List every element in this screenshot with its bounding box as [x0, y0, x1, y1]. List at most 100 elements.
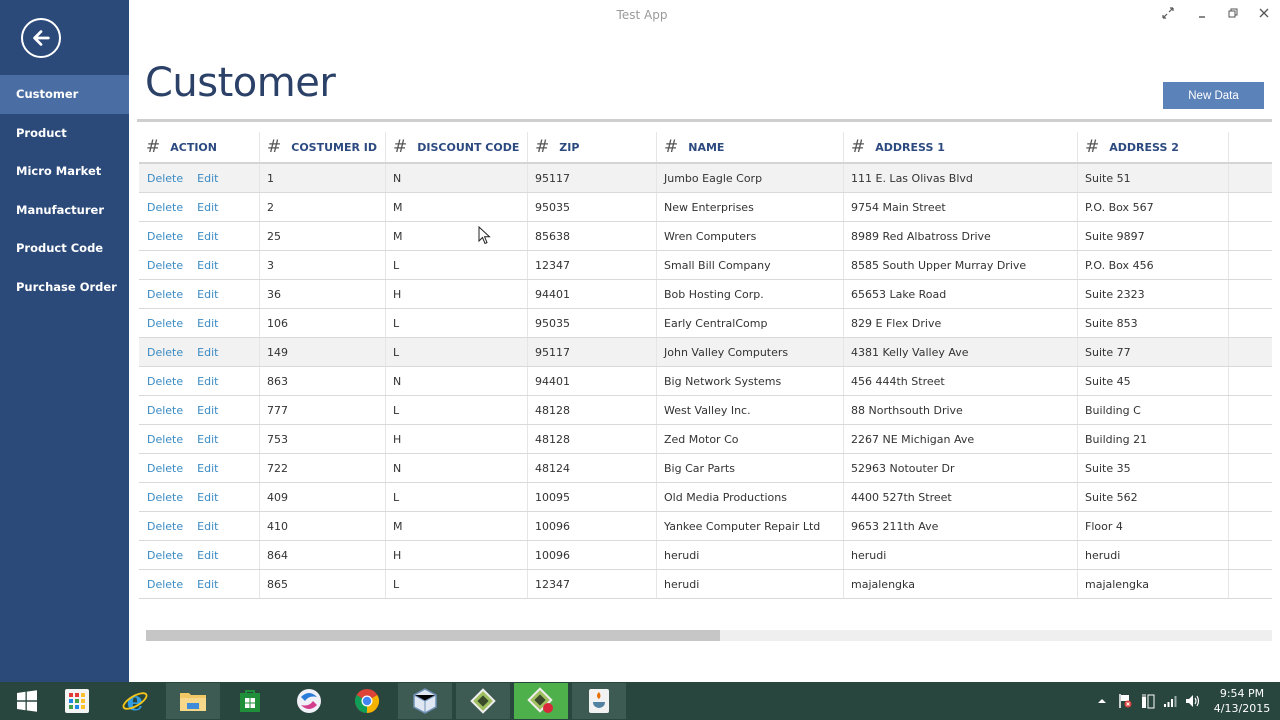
new-data-button[interactable]: New Data	[1163, 82, 1264, 109]
delete-link[interactable]: Delete	[147, 172, 183, 185]
cell-address-1: 111 E. Las Olivas Blvd	[844, 164, 1078, 192]
cell-filler	[1229, 193, 1272, 221]
sidebar-item-customer[interactable]: Customer	[0, 75, 129, 114]
close-button[interactable]	[1255, 6, 1273, 24]
delete-link[interactable]: Delete	[147, 549, 183, 562]
cell-name: herudi	[657, 541, 844, 569]
cell-filler	[1229, 338, 1272, 366]
cell-costumer-id: 3	[260, 251, 386, 279]
store-button[interactable]	[223, 683, 277, 719]
back-button[interactable]	[21, 18, 61, 58]
start-button[interactable]	[0, 683, 54, 719]
hash-icon: #	[1085, 137, 1100, 157]
delete-link[interactable]: Delete	[147, 288, 183, 301]
delete-link[interactable]: Delete	[147, 201, 183, 214]
fullscreen-button[interactable]	[1159, 6, 1177, 24]
cell-filler	[1229, 164, 1272, 192]
cell-filler	[1229, 396, 1272, 424]
cell-discount-code: M	[386, 512, 528, 540]
cell-address-2: Floor 4	[1078, 512, 1229, 540]
action-center-button[interactable]	[1118, 682, 1132, 720]
restore-button[interactable]	[1224, 6, 1242, 24]
delete-link[interactable]: Delete	[147, 433, 183, 446]
cell-address-2: Building 21	[1078, 425, 1229, 453]
network-button[interactable]	[1163, 682, 1177, 720]
delete-link[interactable]: Delete	[147, 259, 183, 272]
delete-link[interactable]: Delete	[147, 317, 183, 330]
apps-button[interactable]	[50, 683, 104, 719]
delete-link[interactable]: Delete	[147, 578, 183, 591]
virtualbox-button[interactable]	[398, 683, 452, 719]
column-header-address-1[interactable]: # ADDRESS 1	[844, 132, 1078, 162]
delete-link[interactable]: Delete	[147, 375, 183, 388]
sidebar-item-product[interactable]: Product	[0, 114, 129, 153]
table-row: Delete Edit 36 H 94401 Bob Hosting Corp. 65653…	[139, 280, 1272, 309]
column-header-name[interactable]: # NAME	[657, 132, 844, 162]
edit-link[interactable]: Edit	[197, 375, 218, 388]
sidebar-item-product-code[interactable]: Product Code	[0, 229, 129, 268]
netbeans-button[interactable]	[456, 683, 510, 719]
edit-link[interactable]: Edit	[197, 172, 218, 185]
edit-link[interactable]: Edit	[197, 462, 218, 475]
edit-link[interactable]: Edit	[197, 346, 218, 359]
volume-button[interactable]	[1185, 682, 1201, 720]
internet-explorer-button[interactable]: e	[108, 683, 162, 719]
column-header-zip[interactable]: # ZIP	[528, 132, 657, 162]
browser-swirl-button[interactable]	[282, 683, 336, 719]
edit-link[interactable]: Edit	[197, 259, 218, 272]
sidebar-item-manufacturer[interactable]: Manufacturer	[0, 191, 129, 230]
cell-filler	[1229, 280, 1272, 308]
edit-link[interactable]: Edit	[197, 520, 218, 533]
cell-name: Small Bill Company	[657, 251, 844, 279]
cell-discount-code: L	[386, 483, 528, 511]
cell-name: Old Media Productions	[657, 483, 844, 511]
netbeans-running-button[interactable]	[514, 683, 568, 719]
column-header-costumer-id[interactable]: # COSTUMER ID	[260, 132, 386, 162]
horizontal-scrollbar[interactable]	[146, 630, 1272, 641]
chrome-button[interactable]	[340, 683, 394, 719]
file-explorer-button[interactable]	[166, 683, 220, 719]
column-header-discount-code[interactable]: # DISCOUNT CODE	[386, 132, 528, 162]
delete-link[interactable]: Delete	[147, 346, 183, 359]
edit-link[interactable]: Edit	[197, 404, 218, 417]
cell-discount-code: L	[386, 309, 528, 337]
minimize-button[interactable]	[1193, 6, 1211, 24]
virtualbox-cube-icon	[413, 688, 437, 714]
power-button[interactable]	[1141, 682, 1155, 720]
internet-explorer-icon: e	[122, 687, 148, 715]
apps-grid-icon	[65, 689, 89, 713]
sidebar-item-purchase-order[interactable]: Purchase Order	[0, 268, 129, 307]
delete-link[interactable]: Delete	[147, 230, 183, 243]
edit-link[interactable]: Edit	[197, 433, 218, 446]
customer-grid: # ACTION # COSTUMER ID # DISCOUNT CODE # ZIP…	[139, 132, 1272, 599]
taskbar: e 9:54 PM 4/13/2015	[0, 682, 1280, 720]
delete-link[interactable]: Delete	[147, 462, 183, 475]
sidebar-item-micro-market[interactable]: Micro Market	[0, 152, 129, 191]
delete-link[interactable]: Delete	[147, 404, 183, 417]
action-center-flag-icon	[1119, 694, 1132, 708]
show-hidden-icons-button[interactable]	[1098, 682, 1106, 720]
cell-costumer-id: 777	[260, 396, 386, 424]
column-header-address-2[interactable]: # ADDRESS 2	[1078, 132, 1229, 162]
table-row: Delete Edit 865 L 12347 herudi majalengka majal…	[139, 570, 1272, 599]
horizontal-scrollbar-thumb[interactable]	[146, 630, 721, 641]
java-button[interactable]	[572, 683, 626, 719]
cell-address-1: 9653 211th Ave	[844, 512, 1078, 540]
hash-icon: #	[535, 137, 550, 157]
cell-costumer-id: 864	[260, 541, 386, 569]
taskbar-clock[interactable]: 9:54 PM 4/13/2015	[1210, 686, 1274, 716]
edit-link[interactable]: Edit	[197, 549, 218, 562]
edit-link[interactable]: Edit	[197, 578, 218, 591]
edit-link[interactable]: Edit	[197, 317, 218, 330]
delete-link[interactable]: Delete	[147, 491, 183, 504]
column-header-action[interactable]: # ACTION	[139, 132, 260, 162]
edit-link[interactable]: Edit	[197, 230, 218, 243]
header-divider	[137, 119, 1272, 122]
cell-zip: 48128	[528, 396, 657, 424]
edit-link[interactable]: Edit	[197, 288, 218, 301]
cell-name: Bob Hosting Corp.	[657, 280, 844, 308]
delete-link[interactable]: Delete	[147, 520, 183, 533]
edit-link[interactable]: Edit	[197, 491, 218, 504]
cell-action: Delete Edit	[139, 396, 260, 424]
edit-link[interactable]: Edit	[197, 201, 218, 214]
